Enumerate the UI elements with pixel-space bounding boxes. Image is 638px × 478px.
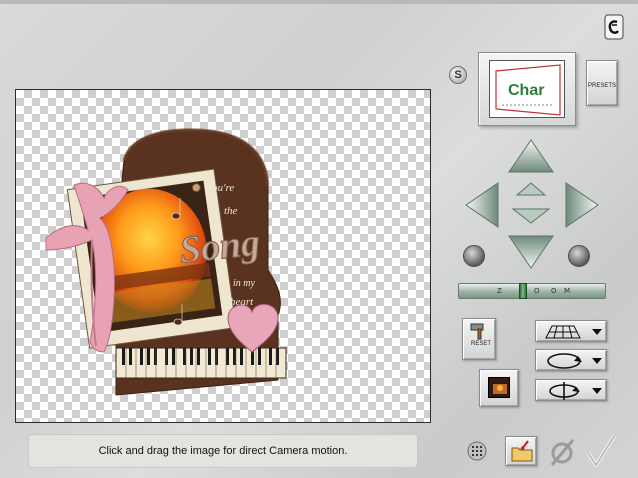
spin-icon: [549, 382, 602, 400]
camera-canvas[interactable]: You're the Song in my heart: [15, 89, 431, 423]
presets-label: PRESETS: [587, 83, 616, 89]
status-message: Click and drag the image for direct Came…: [98, 445, 348, 457]
window-top-edge: [0, 0, 638, 4]
chevron-down-icon: [592, 358, 602, 364]
canvas-tagline-2: the: [224, 205, 238, 217]
zoom-label-z: Z: [497, 287, 502, 295]
reset-label: RESET: [471, 341, 492, 347]
presets-button[interactable]: PRESETS: [586, 60, 618, 106]
canvas-tagline-1: You're: [207, 182, 234, 194]
cancel-icon[interactable]: [546, 436, 578, 468]
preview-thumbnail-text: Char: [508, 82, 544, 99]
rotate-right-knob-icon[interactable]: [568, 245, 590, 267]
arrow-right-icon[interactable]: [562, 181, 600, 229]
spin-mode-button[interactable]: [535, 379, 607, 401]
grid-toggle-icon[interactable]: [467, 441, 487, 461]
preview-thumbnail: Char: [489, 60, 565, 118]
image-thumbnail-icon: [488, 377, 510, 398]
import-folder-button[interactable]: [505, 436, 537, 466]
ok-checkmark-icon[interactable]: [584, 433, 618, 469]
grid-floor-icon: [545, 325, 602, 339]
arrow-left-icon[interactable]: [464, 181, 502, 229]
grid-floor-mode-button[interactable]: [535, 320, 607, 342]
status-bar: Click and drag the image for direct Came…: [28, 434, 418, 468]
zoom-label-o2: O: [551, 287, 557, 295]
s-toggle-label: S: [454, 69, 462, 81]
zoom-label-m: M: [564, 287, 571, 295]
canvas-title-word: Song: [178, 222, 262, 272]
arrow-down-small-icon[interactable]: [511, 207, 551, 225]
folder-import-icon: [511, 440, 533, 462]
zoom-slider-thumb[interactable]: [519, 283, 527, 299]
canvas-tagline-4: heart: [230, 296, 254, 308]
chevron-down-icon: [592, 388, 602, 394]
orbit-mode-button[interactable]: [535, 349, 607, 371]
image-select-button[interactable]: [479, 369, 519, 407]
arrow-down-icon[interactable]: [507, 232, 555, 270]
app-logo-icon: [603, 14, 625, 40]
zoom-slider[interactable]: Z O O M: [458, 283, 606, 299]
arrow-up-icon[interactable]: [507, 138, 555, 176]
reset-button[interactable]: RESET: [462, 318, 496, 360]
scrapbook-image[interactable]: You're the Song in my heart: [16, 90, 431, 423]
preview-thumbnail-button[interactable]: Char: [478, 52, 576, 126]
s-toggle-button[interactable]: S: [449, 66, 467, 84]
rotate-left-knob-icon[interactable]: [463, 245, 485, 267]
canvas-tagline-3: in my: [233, 278, 256, 289]
orbit-icon: [547, 353, 602, 369]
zoom-label-o1: O: [534, 287, 540, 295]
chevron-down-icon: [592, 329, 602, 335]
hammer-icon: [470, 323, 484, 340]
arrow-up-small-icon[interactable]: [515, 182, 547, 196]
